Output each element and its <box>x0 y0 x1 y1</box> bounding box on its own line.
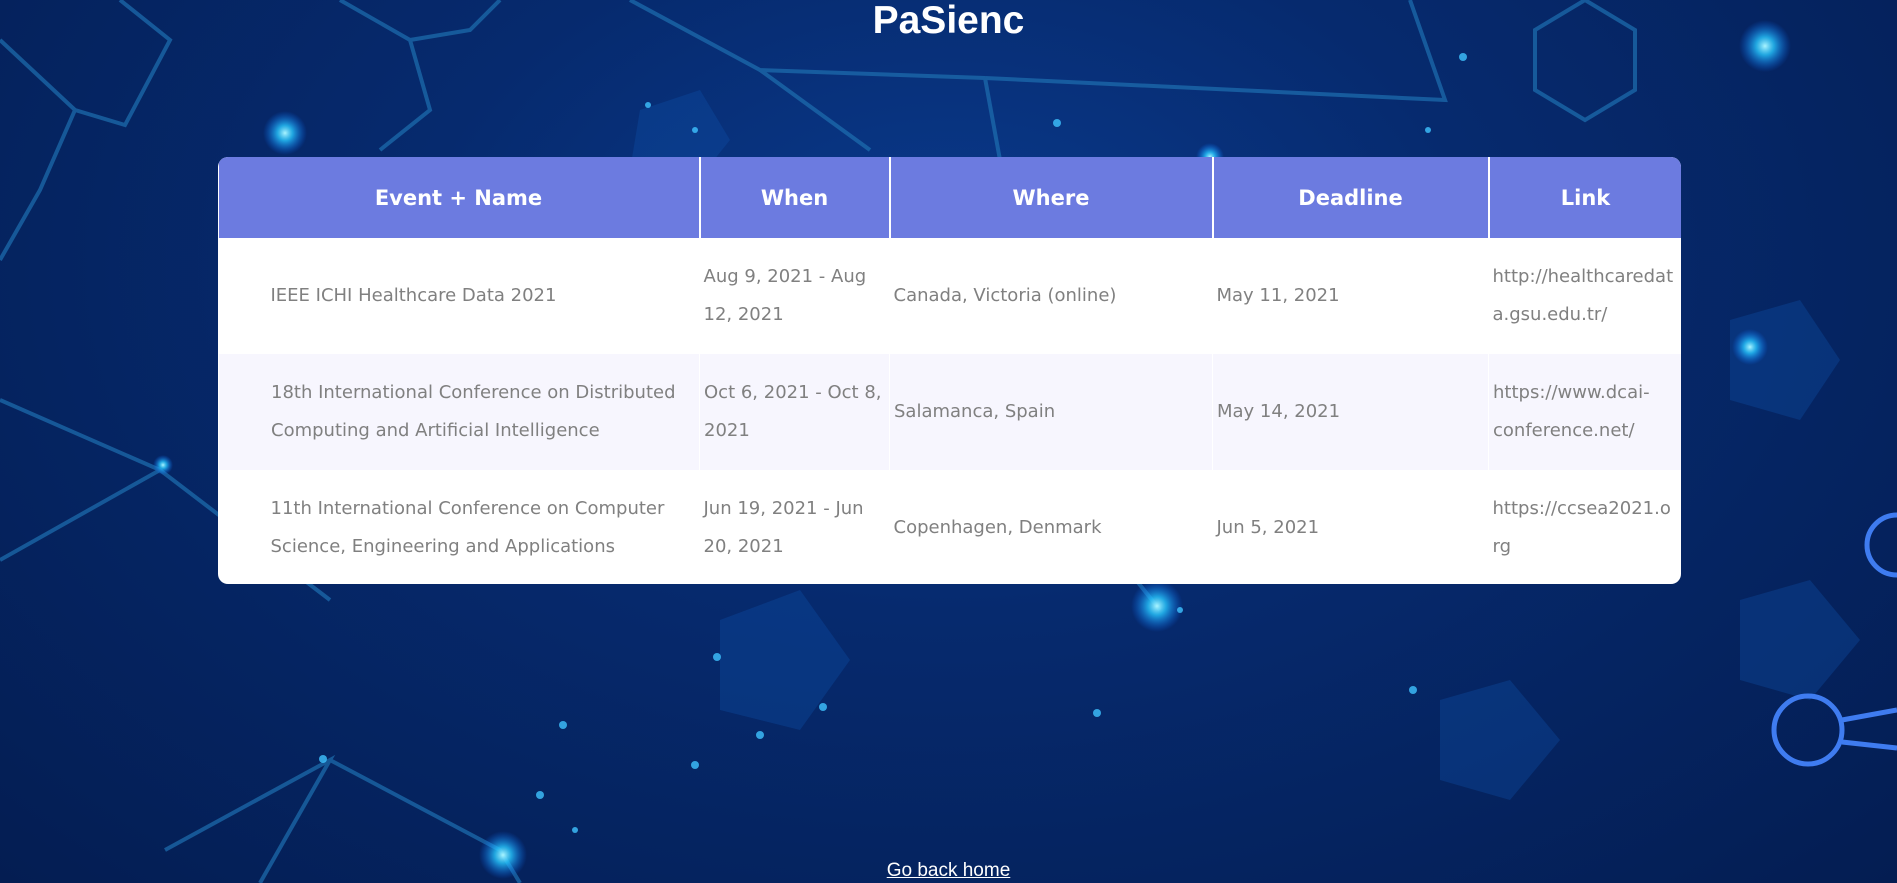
go-back-home-link[interactable]: Go back home <box>887 860 1011 881</box>
where-cell: Canada, Victoria (online) <box>893 285 1117 306</box>
link-cell[interactable]: http://healthcaredata.gsu.edu.tr/ <box>1489 238 1682 354</box>
table-header-row: Event + Name When Where Deadline Link <box>218 157 1681 238</box>
deadline-cell: Jun 5, 2021 <box>1216 517 1320 538</box>
table-row: 11th International Conference on Compute… <box>219 470 1682 584</box>
column-header-link: Link <box>1487 157 1681 238</box>
where-cell: Salamanca, Spain <box>889 354 1213 470</box>
column-header-when: When <box>698 157 890 238</box>
events-table-card: Event + Name When Where Deadline Link IE… <box>218 157 1681 584</box>
link-cell[interactable]: https://www.dcai-conference.net/ <box>1488 354 1681 470</box>
where-cell: Copenhagen, Denmark <box>893 517 1102 538</box>
event-name-cell: 18th International Conference on Distrib… <box>218 354 700 470</box>
when-cell: Aug 9, 2021 - Aug 12, 2021 <box>703 266 867 325</box>
page-title: PaSienc <box>872 0 1025 42</box>
link-cell[interactable]: https://ccsea2021.org <box>1489 470 1682 584</box>
event-name-cell: 11th International Conference on Compute… <box>270 498 665 557</box>
when-cell: Oct 6, 2021 - Oct 8, 2021 <box>699 354 890 470</box>
event-name-cell: IEEE ICHI Healthcare Data 2021 <box>270 285 557 306</box>
when-cell: Jun 19, 2021 - Jun 20, 2021 <box>703 498 864 557</box>
events-table: Event + Name When Where Deadline Link IE… <box>218 157 1681 584</box>
column-header-where: Where <box>888 157 1213 238</box>
table-row: IEEE ICHI Healthcare Data 2021 Aug 9, 20… <box>219 238 1682 354</box>
deadline-cell: May 11, 2021 <box>1216 285 1340 306</box>
table-row: 18th International Conference on Distrib… <box>218 354 1681 470</box>
column-header-event: Event + Name <box>218 157 700 238</box>
home-link-container: Go back home <box>0 860 1897 882</box>
column-header-deadline: Deadline <box>1211 157 1489 238</box>
deadline-cell: May 14, 2021 <box>1212 354 1489 470</box>
